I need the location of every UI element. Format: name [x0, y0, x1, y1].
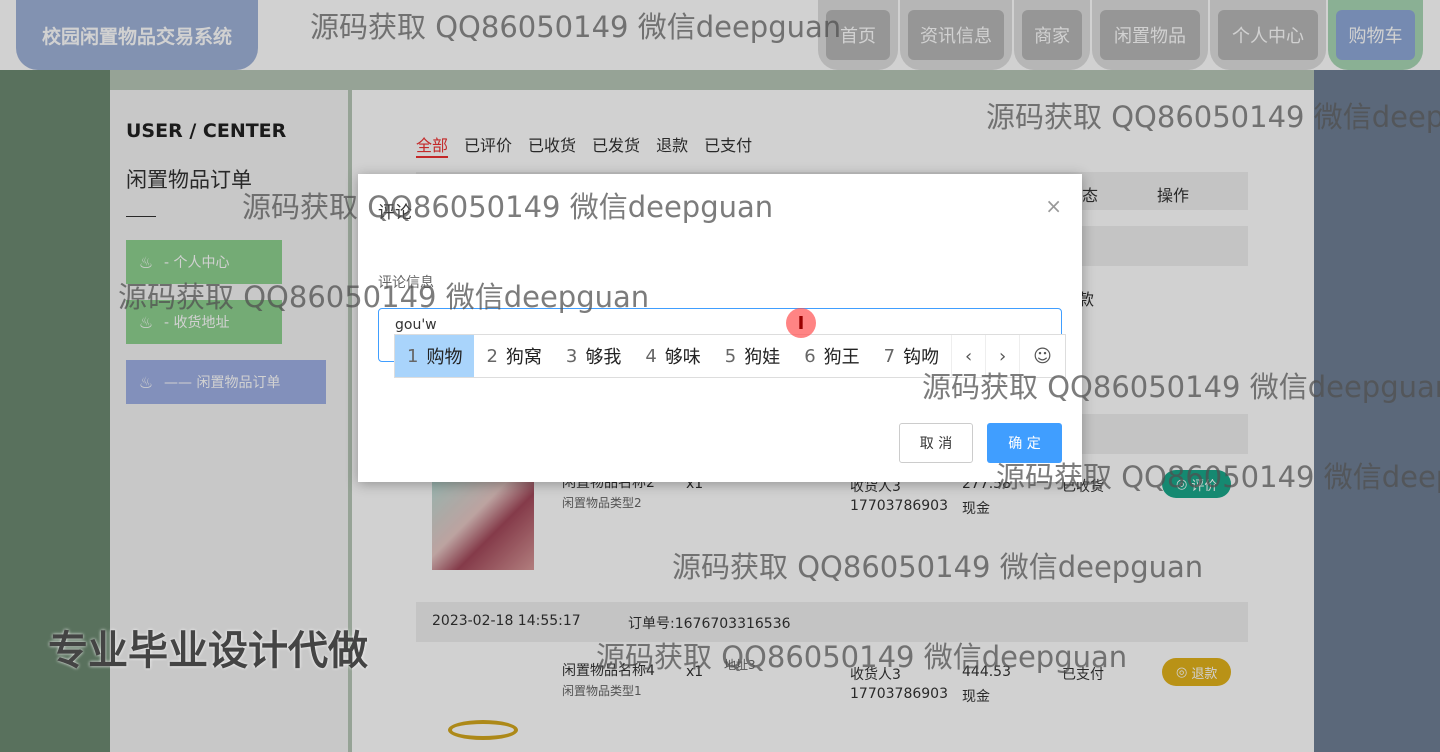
watermark: 源码获取 QQ86050149 微信deepguan	[596, 640, 1128, 674]
ime-candidate[interactable]: 1 购物	[395, 335, 475, 377]
watermark: 源码获取 QQ86050149 微信deepguan	[310, 10, 842, 44]
watermark: 源码获取 QQ86050149 微信deepguan	[242, 190, 774, 224]
close-icon[interactable]: ×	[1045, 194, 1062, 218]
watermark: 源码获取 QQ86050149 微信deepguan	[986, 100, 1440, 134]
ime-candidate[interactable]: 5 狗娃	[713, 335, 792, 377]
watermark: 源码获取 QQ86050149 微信deepguan	[672, 550, 1204, 584]
watermark: 源码获取 QQ86050149 微信deepguan	[922, 370, 1440, 404]
ime-candidate[interactable]: 3 够我	[554, 335, 633, 377]
ime-candidate[interactable]: 2 狗窝	[474, 335, 553, 377]
text-cursor-icon: I	[786, 308, 816, 338]
ime-candidate[interactable]: 4 够味	[633, 335, 712, 377]
ime-candidate[interactable]: 6 狗王	[792, 335, 871, 377]
watermark-big: 专业毕业设计代做	[48, 628, 368, 674]
watermark: 源码获取 QQ86050149 微信deepguan	[996, 460, 1440, 494]
watermark: 源码获取 QQ86050149 微信deepguan	[118, 280, 650, 314]
cancel-button[interactable]: 取 消	[899, 423, 973, 463]
